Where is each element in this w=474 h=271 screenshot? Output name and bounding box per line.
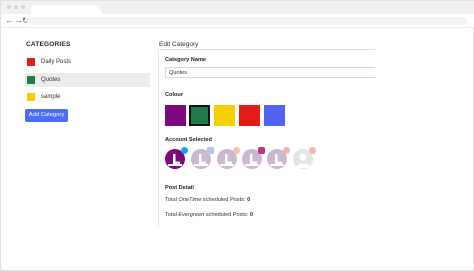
title-divider <box>159 49 375 50</box>
colour-option-blue[interactable] <box>264 105 285 126</box>
category-label: sample <box>41 94 61 100</box>
edit-category-title: Edit Category <box>159 41 199 48</box>
pinterest-icon <box>283 147 290 154</box>
maximize-window-dot[interactable] <box>21 5 25 9</box>
category-name-label: Category Name <box>165 57 207 63</box>
back-arrow-icon[interactable]: ← <box>5 14 14 27</box>
panel-divider <box>158 49 159 227</box>
category-item-sample[interactable]: sample <box>25 90 150 104</box>
account-selected-label: Account Selected <box>165 137 212 143</box>
title-bar <box>1 1 474 15</box>
pinterest-icon <box>309 147 316 154</box>
colour-option-purple[interactable] <box>165 105 186 126</box>
category-item-quotes[interactable]: Quotes <box>25 73 150 87</box>
colour-label: Colour <box>165 92 184 98</box>
minimize-window-dot[interactable] <box>14 5 18 9</box>
category-color-swatch <box>27 76 35 84</box>
onetime-scheduled-count: Total OneTime scheduled Posts: 0 <box>165 197 251 203</box>
post-detail-label: Post Detail <box>165 185 194 191</box>
address-bar[interactable] <box>27 17 467 25</box>
colour-option-green-selected[interactable] <box>189 105 210 126</box>
category-color-swatch <box>27 58 35 66</box>
category-name-input[interactable] <box>165 67 375 78</box>
category-item-daily-posts[interactable]: Daily Posts <box>25 55 150 69</box>
add-category-button[interactable]: Add Category <box>25 109 68 122</box>
instagram-icon <box>258 147 265 154</box>
categories-heading: CATEGORIES <box>26 41 71 48</box>
close-window-dot[interactable] <box>7 5 11 9</box>
facebook-icon <box>207 147 214 154</box>
twitter-icon <box>181 147 188 154</box>
colour-option-red[interactable] <box>239 105 260 126</box>
category-label: Quotes <box>41 77 61 83</box>
category-color-swatch <box>27 93 35 101</box>
colour-option-yellow[interactable] <box>214 105 235 126</box>
browser-toolbar: ← → ↻ <box>1 14 474 28</box>
category-label: Daily Posts <box>41 59 72 65</box>
browser-window: ← → ↻ CATEGORIES Daily Posts Quotes samp… <box>0 0 474 271</box>
linkedin-icon <box>233 147 240 154</box>
evergreen-scheduled-count: Total Evergreen scheduled Posts: 0 <box>165 212 254 218</box>
